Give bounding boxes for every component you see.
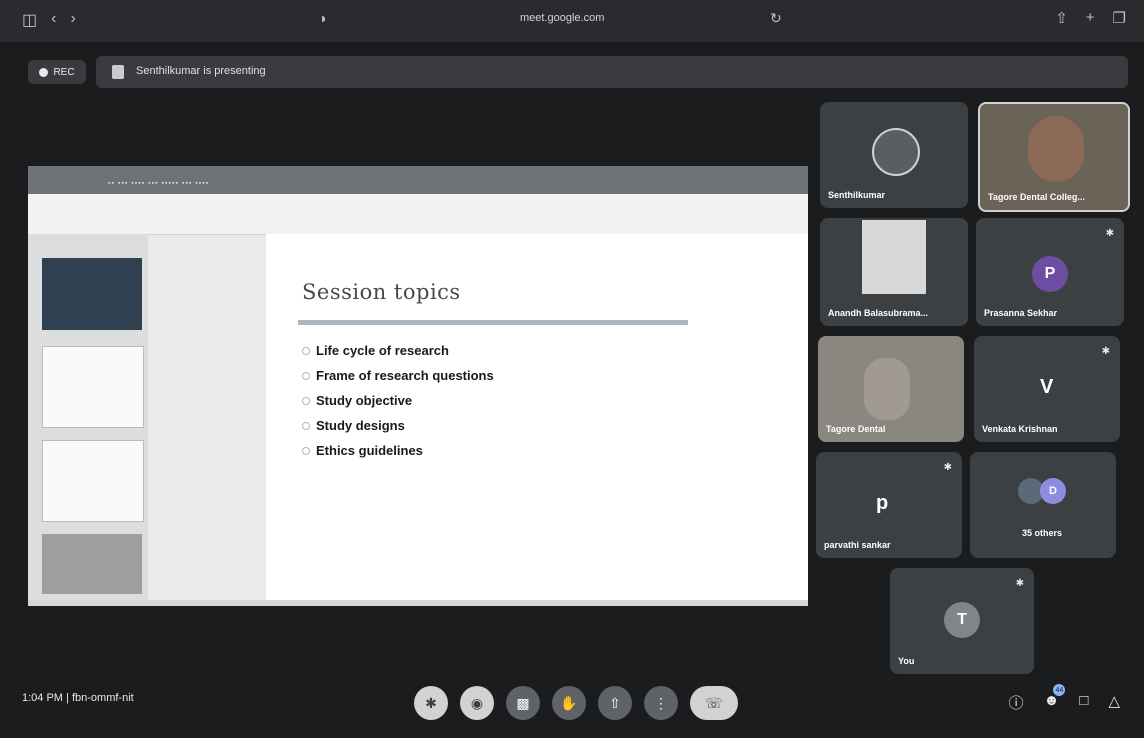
recording-badge[interactable]: REC [28, 60, 86, 84]
back-icon[interactable]: ‹ [51, 10, 56, 30]
camera-off-icon[interactable]: ◉ [460, 686, 494, 720]
bullet-icon [302, 371, 310, 380]
participant-tile[interactable]: ✱ V Venkata Krishnan [974, 336, 1120, 442]
slide-thumbnail [42, 440, 144, 522]
mic-off-icon: ✱ [1105, 228, 1114, 239]
participant-name: Tagore Dental [826, 424, 886, 434]
slide-title: Session topics [302, 280, 461, 304]
more-options-icon[interactable]: ⋮ [644, 686, 678, 720]
meeting-control-bar: 1:04 PM | fbn-ommf-nit ✱ ◉ ▩ ✋ ⇧ ⋮ ☏ ⓘ ☻… [0, 670, 1144, 738]
avatar: P [1032, 256, 1068, 292]
participant-name: Senthilkumar [828, 190, 886, 200]
slide-thumbnails [28, 234, 148, 606]
ribbon-tools [28, 194, 808, 235]
current-slide: Session topics Life cycle of research Fr… [266, 234, 808, 600]
participant-tile[interactable]: D 35 others [970, 452, 1116, 558]
participant-tile[interactable]: Tagore Dental [818, 336, 964, 442]
app-ribbon: ▪▪ ▪▪▪ ▪▪▪▪ ▪▪▪ ▪▪▪▪▪ ▪▪▪ ▪▪▪▪ [28, 166, 808, 194]
bullet-item: Life cycle of research [302, 338, 494, 363]
participant-name: Tagore Dental Colleg... [988, 192, 1085, 202]
bullet-icon [302, 346, 310, 355]
tabs-icon[interactable]: ❐ [1113, 9, 1126, 27]
participant-video [862, 220, 926, 294]
participant-video [1028, 116, 1084, 182]
participant-tile[interactable]: Tagore Dental Colleg... [978, 102, 1130, 212]
bullet-item: Study objective [302, 388, 494, 413]
participant-name: parvathi sankar [824, 540, 891, 550]
slide-thumbnail [42, 534, 142, 594]
avatar: D [1040, 478, 1066, 504]
meeting-info: 1:04 PM | fbn-ommf-nit [22, 692, 134, 704]
bullet-icon [302, 446, 310, 455]
participant-initial: p [876, 492, 889, 514]
meeting-code: fbn-ommf-nit [71, 692, 134, 704]
reload-icon[interactable]: ↻ [770, 10, 782, 27]
call-controls: ✱ ◉ ▩ ✋ ⇧ ⋮ ☏ [414, 686, 738, 720]
bullet-icon [302, 396, 310, 405]
new-tab-icon[interactable]: + [1086, 9, 1095, 27]
bullet-icon [302, 421, 310, 430]
browser-toolbar: ◫ ‹ › ◑ meet.google.com ↻ ⇧ + ❐ [0, 0, 1144, 42]
avatar: T [944, 602, 980, 638]
bullet-item: Frame of research questions [302, 363, 494, 388]
mic-off-icon: ✱ [943, 462, 952, 473]
url-bar[interactable]: meet.google.com [520, 12, 604, 24]
record-dot-icon [39, 67, 49, 77]
participants-count-badge: 44 [1053, 684, 1066, 696]
chat-icon[interactable]: □ [1079, 692, 1088, 713]
side-panel-controls: ⓘ ☻ 44 □ △ [1009, 684, 1120, 713]
presenting-text: Senthilkumar is presenting [136, 65, 266, 77]
forward-icon[interactable]: › [70, 10, 75, 30]
self-view-tile[interactable]: ✱ T You [890, 568, 1034, 674]
activities-icon[interactable]: △ [1108, 692, 1120, 713]
raise-hand-icon[interactable]: ✋ [552, 686, 586, 720]
participant-name: Anandh Balasubrama... [828, 308, 929, 318]
slide-divider [298, 320, 688, 325]
bullet-item: Ethics guidelines [302, 438, 494, 463]
people-icon[interactable]: ☻ 44 [1044, 684, 1066, 713]
info-icon[interactable]: ⓘ [1009, 692, 1024, 713]
mic-off-icon[interactable]: ✱ [414, 686, 448, 720]
bullet-item: Study designs [302, 413, 494, 438]
app-status-bar [28, 600, 808, 606]
meeting-time: 1:04 PM [22, 692, 63, 704]
mic-off-icon: ✱ [1015, 578, 1024, 589]
participant-name: 35 others [1022, 528, 1063, 538]
avatar [872, 128, 920, 176]
share-icon[interactable]: ⇧ [1055, 9, 1068, 27]
end-call-icon[interactable]: ☏ [690, 686, 738, 720]
slide-thumbnail [42, 346, 144, 428]
slide-thumbnail [42, 258, 142, 330]
participant-tile[interactable]: Senthilkumar [820, 102, 968, 208]
shared-screen: ▪▪ ▪▪▪ ▪▪▪▪ ▪▪▪ ▪▪▪▪▪ ▪▪▪ ▪▪▪▪ Session t… [28, 166, 808, 606]
participant-name: You [898, 656, 915, 666]
participant-tile[interactable]: Anandh Balasubrama... [820, 218, 968, 326]
mic-off-icon: ✱ [1101, 346, 1110, 357]
participant-tile[interactable]: ✱ P Prasanna Sekhar [976, 218, 1124, 326]
present-icon[interactable]: ⇧ [598, 686, 632, 720]
recording-label: REC [53, 66, 75, 78]
participant-name: Venkata Krishnan [982, 424, 1058, 434]
sidebar-icon[interactable]: ◫ [22, 10, 37, 30]
captions-icon[interactable]: ▩ [506, 686, 540, 720]
presenting-banner: Senthilkumar is presenting [96, 56, 1128, 88]
shield-icon[interactable]: ◑ [318, 10, 326, 26]
participant-video [864, 358, 910, 420]
browser-actions: ⇧ + ❐ [1055, 9, 1126, 27]
participant-initial: V [1040, 376, 1054, 398]
document-icon [112, 65, 124, 79]
ribbon-tabs: ▪▪ ▪▪▪ ▪▪▪▪ ▪▪▪ ▪▪▪▪▪ ▪▪▪ ▪▪▪▪ [108, 180, 210, 187]
participant-name: Prasanna Sekhar [984, 308, 1058, 318]
participant-tile[interactable]: ✱ p parvathi sankar [816, 452, 962, 558]
slide-bullets: Life cycle of research Frame of research… [302, 338, 494, 463]
browser-nav: ◫ ‹ › [22, 10, 76, 30]
